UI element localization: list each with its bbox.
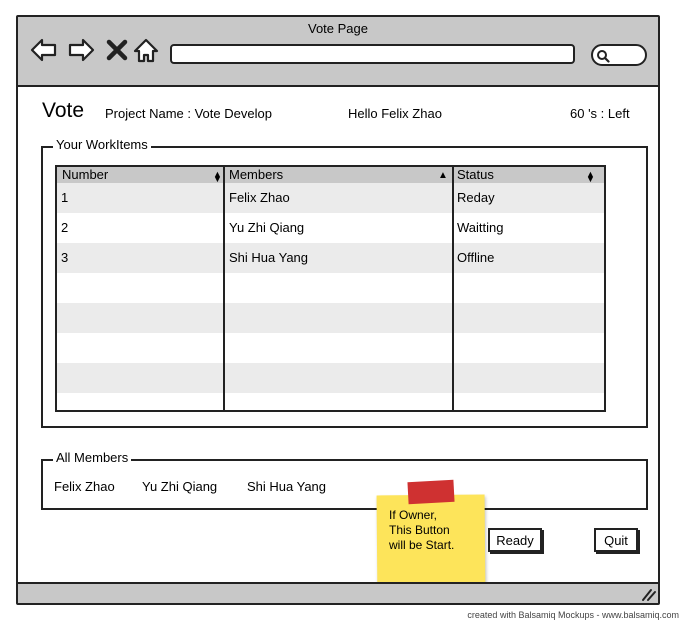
sort-ascending-icon[interactable]: ▲ xyxy=(438,170,448,181)
search-box[interactable] xyxy=(591,44,647,66)
workitems-legend: Your WorkItems xyxy=(53,137,151,152)
close-x-icon[interactable] xyxy=(103,36,131,64)
cell-number: 1 xyxy=(61,190,69,205)
cell-status: Reday xyxy=(457,190,495,205)
greeting: Hello Felix Zhao xyxy=(348,106,442,121)
empty-row xyxy=(57,333,604,363)
table-row[interactable]: 2 Yu Zhi Qiang Waitting xyxy=(57,213,604,243)
countdown-timer: 60 's : Left xyxy=(570,106,630,121)
forward-arrow-icon[interactable] xyxy=(67,36,95,64)
window-title: Vote Page xyxy=(308,21,368,36)
cell-number: 2 xyxy=(61,220,69,235)
page-title: Vote xyxy=(42,99,85,122)
member-name: Yu Zhi Qiang xyxy=(142,479,218,494)
column-header-number[interactable]: Number xyxy=(59,167,225,183)
column-header-members[interactable]: Members xyxy=(226,167,454,183)
cell-member: Shi Hua Yang xyxy=(229,250,309,265)
quit-button[interactable]: Quit xyxy=(594,528,638,552)
column-header-status[interactable]: Status xyxy=(454,167,604,183)
workitems-table[interactable]: Number Members Status ▲ ▼ ▲ ▲ ▼ 1 Felix … xyxy=(55,165,606,412)
sticky-tape xyxy=(407,479,455,505)
members-legend: All Members xyxy=(53,450,132,465)
table-header: Number Members Status ▲ ▼ ▲ ▲ ▼ xyxy=(57,167,604,184)
empty-row xyxy=(57,393,604,410)
resize-grip-icon[interactable] xyxy=(641,588,657,602)
footer-credit: created with Balsamiq Mockups - www.bals… xyxy=(467,610,679,620)
cell-member: Yu Zhi Qiang xyxy=(229,220,305,235)
cell-number: 3 xyxy=(61,250,69,265)
table-row[interactable]: 1 Felix Zhao Reday xyxy=(57,183,604,213)
ready-button[interactable]: Ready xyxy=(488,528,542,552)
empty-row xyxy=(57,273,604,303)
home-icon[interactable] xyxy=(132,36,160,64)
member-name: Shi Hua Yang xyxy=(247,479,327,494)
cell-status: Waitting xyxy=(457,220,504,235)
column-divider xyxy=(452,167,454,410)
search-icon xyxy=(597,50,610,63)
back-arrow-icon[interactable] xyxy=(30,36,58,64)
table-row[interactable]: 3 Shi Hua Yang Offline xyxy=(57,243,604,273)
member-name: Felix Zhao xyxy=(54,479,115,494)
status-bar xyxy=(18,582,658,603)
address-bar[interactable] xyxy=(170,44,575,64)
column-divider xyxy=(223,167,225,410)
cell-member: Felix Zhao xyxy=(229,190,290,205)
members-group xyxy=(41,459,648,510)
empty-row xyxy=(57,363,604,393)
empty-row xyxy=(57,303,604,333)
cell-status: Offline xyxy=(457,250,495,265)
project-name: Project Name : Vote Develop xyxy=(105,106,272,121)
sticky-note-text: If Owner, This Button will be Start. xyxy=(389,508,455,552)
